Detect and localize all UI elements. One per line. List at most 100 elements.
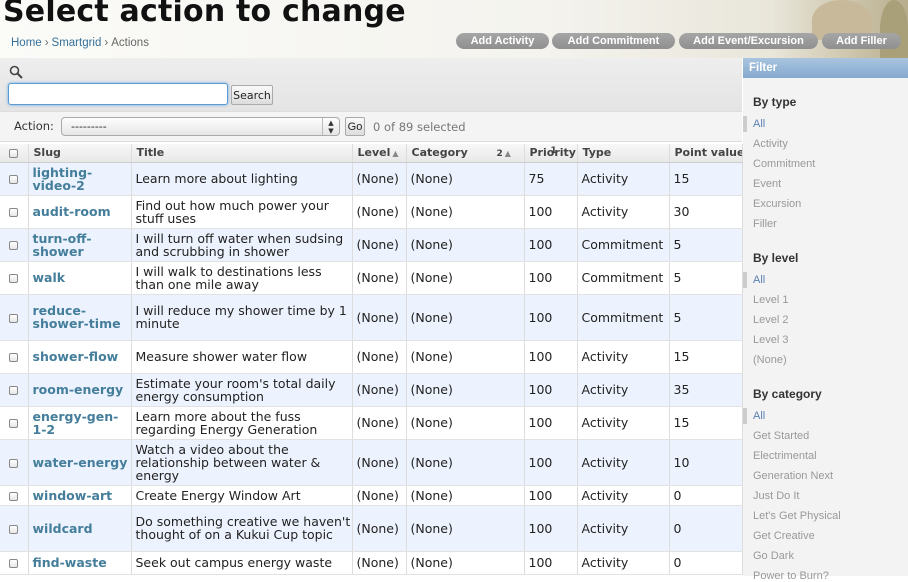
search-icon	[9, 65, 23, 79]
search-input[interactable]	[8, 83, 228, 105]
priority-cell: 100	[524, 340, 578, 374]
search-button[interactable]: Search	[231, 85, 273, 105]
table-row: window-art Create Energy Window Art (None)…	[0, 485, 743, 506]
filter-type-excursion[interactable]: Excursion	[753, 198, 801, 210]
filter-category-power-to-burn[interactable]: Power to Burn?	[753, 570, 829, 582]
row-checkbox[interactable]	[0, 228, 29, 262]
slug-link[interactable]: walk	[28, 261, 132, 295]
level-cell: (None)	[352, 195, 407, 229]
level-cell: (None)	[352, 294, 407, 341]
point-value-cell: 0	[669, 505, 743, 552]
table-row: water-energy Watch a video about the rela…	[0, 439, 743, 486]
table-row: reduce-shower-time I will reduce my showe…	[0, 294, 743, 341]
row-checkbox[interactable]	[0, 551, 29, 575]
action-label: Action:	[14, 119, 54, 133]
category-cell: (None)	[406, 340, 525, 374]
add-commitment-button[interactable]: Add Commitment	[552, 33, 675, 49]
checkbox-icon	[9, 458, 19, 468]
point-value-cell: 0	[669, 551, 743, 575]
slug-link[interactable]: reduce-shower-time	[28, 294, 132, 341]
column-header-point-value[interactable]: Point value	[669, 144, 743, 163]
priority-cell: 100	[524, 406, 578, 440]
add-event-excursion-button[interactable]: Add Event/Excursion	[679, 33, 818, 49]
filter-type-filler[interactable]: Filler	[753, 218, 777, 230]
filter-category-generation-next[interactable]: Generation Next	[753, 470, 833, 482]
slug-link[interactable]: window-art	[28, 485, 132, 506]
filter-category-electrimental[interactable]: Electrimental	[753, 450, 817, 462]
level-cell: (None)	[352, 162, 407, 196]
sort-priority-number: 1	[550, 146, 557, 157]
filter-type-all[interactable]: All	[742, 116, 765, 132]
point-value-cell: 0	[669, 485, 743, 506]
category-cell: (None)	[406, 485, 525, 506]
filter-level-3[interactable]: Level 3	[753, 334, 788, 346]
filter-category-all[interactable]: All	[742, 408, 765, 424]
slug-link[interactable]: audit-room	[28, 195, 132, 229]
title-cell: Watch a video about the relationship bet…	[131, 439, 353, 486]
filter-category-just-do-it[interactable]: Just Do It	[753, 490, 799, 502]
title-cell: Learn more about the fuss regarding Ener…	[131, 406, 353, 440]
filter-category-get-started[interactable]: Get Started	[753, 430, 809, 442]
row-checkbox[interactable]	[0, 261, 29, 295]
slug-link[interactable]: shower-flow	[28, 340, 132, 374]
filter-type-event[interactable]: Event	[753, 178, 781, 190]
column-header-level[interactable]: Level ▲	[352, 144, 407, 163]
row-checkbox[interactable]	[0, 195, 29, 229]
filter-heading-category: By category	[753, 387, 822, 401]
slug-link[interactable]: wildcard	[28, 505, 132, 552]
select-arrows-icon: ▲ ▼	[322, 118, 339, 135]
slug-link[interactable]: find-waste	[28, 551, 132, 575]
level-cell: (None)	[352, 228, 407, 262]
column-header-slug[interactable]: Slug	[28, 144, 132, 163]
checkbox-icon	[9, 274, 19, 283]
point-value-cell: 5	[669, 228, 743, 262]
slug-link[interactable]: lighting-video-2	[28, 162, 132, 196]
row-checkbox[interactable]	[0, 406, 29, 440]
filter-level-2[interactable]: Level 2	[753, 314, 788, 326]
slug-link[interactable]: room-energy	[28, 373, 132, 407]
action-select[interactable]: --------- ▲ ▼	[61, 117, 340, 136]
row-checkbox[interactable]	[0, 162, 29, 196]
column-header-priority[interactable]: Priority 1	[524, 144, 578, 163]
select-all-checkbox[interactable]	[0, 144, 29, 163]
slug-link[interactable]: turn-off-shower	[28, 228, 132, 262]
row-checkbox[interactable]	[0, 485, 29, 506]
page-title: Select action to change	[3, 0, 406, 29]
table-row: walk I will walk to destinations less tha…	[0, 261, 743, 295]
title-cell: Find out how much power your stuff uses	[131, 195, 353, 229]
filter-type-commitment[interactable]: Commitment	[753, 158, 815, 170]
filter-level-all[interactable]: All	[742, 272, 765, 288]
column-header-type[interactable]: Type	[577, 144, 670, 163]
level-cell: (None)	[352, 373, 407, 407]
row-checkbox[interactable]	[0, 340, 29, 374]
filter-category-get-creative[interactable]: Get Creative	[753, 530, 815, 542]
add-filler-button[interactable]: Add Filler	[822, 33, 901, 49]
slug-link[interactable]: water-energy	[28, 439, 132, 486]
column-header-title[interactable]: Title	[131, 144, 353, 163]
priority-cell: 100	[524, 373, 578, 407]
breadcrumb-smartgrid-link[interactable]: Smartgrid	[52, 37, 102, 49]
row-checkbox[interactable]	[0, 505, 29, 552]
go-button[interactable]: Go	[345, 117, 365, 136]
row-checkbox[interactable]	[0, 373, 29, 407]
add-activity-button[interactable]: Add Activity	[456, 33, 549, 49]
table-row: shower-flow Measure shower water flow (Non…	[0, 340, 743, 374]
title-cell: Learn more about lighting	[131, 162, 353, 196]
type-cell: Activity	[577, 406, 670, 440]
sort-ascending-icon: ▲	[392, 149, 399, 159]
point-value-cell: 5	[669, 261, 743, 295]
header: Select action to change Home › Smartgrid › A…	[0, 0, 908, 58]
column-header-category[interactable]: Category 2 ▲	[406, 144, 525, 163]
row-checkbox[interactable]	[0, 294, 29, 341]
category-cell: (None)	[406, 195, 525, 229]
filter-category-go-dark[interactable]: Go Dark	[753, 550, 794, 562]
filter-category-lets-get-physical[interactable]: Let's Get Physical	[753, 510, 841, 522]
row-checkbox[interactable]	[0, 439, 29, 486]
breadcrumb-home-link[interactable]: Home	[11, 37, 42, 49]
checkbox-icon	[9, 208, 19, 217]
filter-type-activity[interactable]: Activity	[753, 138, 788, 150]
filter-level-1[interactable]: Level 1	[753, 294, 788, 306]
filter-level-none[interactable]: (None)	[753, 354, 787, 366]
slug-link[interactable]: energy-gen-1-2	[28, 406, 132, 440]
category-cell: (None)	[406, 505, 525, 552]
